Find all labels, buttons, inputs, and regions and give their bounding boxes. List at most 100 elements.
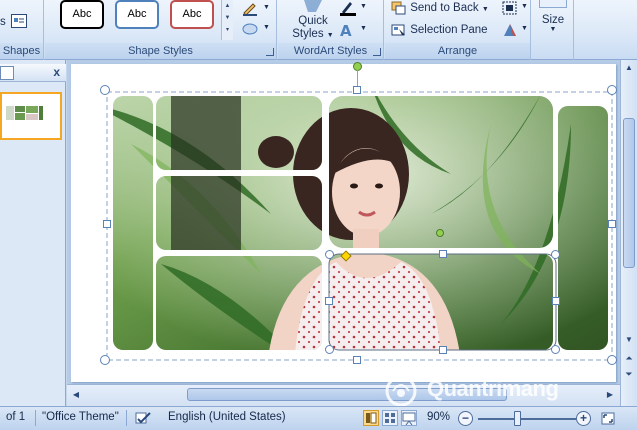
text-effects-button[interactable]: A ▼ [338, 22, 367, 41]
gallery-more-icon[interactable]: ▾ [222, 24, 233, 36]
theme-name: "Office Theme" [42, 411, 119, 423]
text-fill-button[interactable]: ▼ [338, 0, 367, 19]
group-label-wordart-styles: WordArt Styles [278, 43, 383, 59]
inner-handle-top-left[interactable] [325, 250, 334, 259]
spell-check-icon[interactable] [134, 411, 152, 427]
ribbon: s Shapes Abc Abc Abc ▲ ▼ ▾ ▼ ▼ Shape Sty… [0, 0, 637, 60]
group-shapes: s Shapes [0, 0, 44, 60]
normal-view-button[interactable] [363, 410, 379, 426]
shape-icon[interactable] [11, 14, 27, 28]
scroll-down-icon[interactable]: ▼ [621, 332, 637, 348]
vertical-scrollbar[interactable]: ▲ ▼ ⏶ ⏷ [620, 60, 637, 406]
group-label-shapes: Shapes [0, 43, 43, 59]
close-pane-button[interactable]: x [53, 65, 60, 79]
shape-style-swatch[interactable]: Abc [170, 0, 214, 29]
gallery-up-icon[interactable]: ▲ [222, 0, 233, 12]
slideshow-button[interactable] [401, 410, 417, 426]
inner-handle-top[interactable] [439, 250, 447, 258]
previous-slide-icon[interactable]: ⏶ [621, 350, 637, 366]
swatch-label: Abc [72, 8, 92, 20]
inner-rotate-handle[interactable] [436, 229, 444, 237]
svg-text:A: A [340, 22, 352, 38]
slide-indicator: of 1 [6, 411, 26, 423]
size-button[interactable]: Size ▼ [538, 0, 568, 40]
thumbnail-pane-header: x [0, 64, 66, 82]
quick-styles-label-1: Quick [298, 15, 328, 27]
quick-styles-icon [304, 0, 322, 12]
selection-pane-button[interactable]: Selection Pane [391, 23, 488, 37]
inner-handle-bottom-right[interactable] [551, 345, 560, 354]
inner-handle-top-right[interactable] [551, 250, 560, 259]
zoom-slider-track[interactable] [478, 418, 576, 420]
scroll-right-icon[interactable]: ▶ [603, 387, 617, 402]
shape-fill-button[interactable]: ▼ [241, 2, 270, 19]
chevron-down-icon: ▼ [263, 4, 270, 11]
slideshow-icon [402, 412, 416, 426]
gallery-scroll[interactable]: ▲ ▼ ▾ [221, 0, 233, 40]
fit-slide-icon[interactable] [600, 411, 618, 427]
resize-handle-top-right[interactable] [607, 85, 617, 95]
pencil-icon [243, 3, 257, 16]
align-icon [502, 1, 517, 15]
shape-style-swatch[interactable]: Abc [60, 0, 104, 29]
group-label-shape-styles: Shape Styles [45, 43, 276, 59]
resize-handle-left[interactable] [103, 220, 111, 228]
inner-handle-right[interactable] [552, 297, 560, 305]
shapes-edge-text: s [0, 16, 6, 28]
send-to-back-label: Send to Back [410, 2, 479, 15]
dialog-launcher-icon[interactable] [373, 48, 381, 56]
group-size: Size ▼ [532, 0, 574, 60]
slide-sorter-button[interactable] [382, 410, 398, 426]
rotate-icon [504, 24, 516, 36]
resize-handle-right[interactable] [608, 220, 616, 228]
slides-tab[interactable] [0, 66, 14, 80]
shape-effects-icon [242, 23, 258, 35]
resize-handle-bottom-right[interactable] [607, 355, 617, 365]
dialog-launcher-icon[interactable] [266, 48, 274, 56]
resize-handle-top-left[interactable] [100, 85, 110, 95]
quick-styles-label-2: Styles [292, 28, 324, 40]
chevron-down-icon: ▼ [360, 3, 367, 10]
scroll-up-icon[interactable]: ▲ [621, 60, 637, 76]
selection-pane-icon [391, 24, 405, 36]
shape-style-swatch[interactable]: Abc [115, 0, 159, 29]
group-label-arrange: Arrange [385, 43, 530, 59]
gallery-down-icon[interactable]: ▼ [222, 12, 233, 24]
normal-view-icon [366, 412, 377, 424]
align-button[interactable]: ▼ [501, 0, 528, 19]
slide-canvas[interactable] [71, 62, 617, 382]
inner-handle-bottom[interactable] [439, 346, 447, 354]
zoom-slider-thumb[interactable] [514, 411, 521, 426]
watermark-icon [385, 375, 417, 407]
zoom-level[interactable]: 90% [427, 411, 450, 423]
next-slide-icon[interactable]: ⏷ [621, 366, 637, 382]
zoom-out-button[interactable]: − [458, 411, 473, 426]
inner-handle-bottom-left[interactable] [325, 345, 334, 354]
inner-handle-left[interactable] [325, 297, 333, 305]
text-fill-icon [340, 2, 356, 16]
resize-handle-top[interactable] [353, 86, 361, 94]
status-bar: of 1 "Office Theme" English (United Stat… [0, 406, 637, 430]
language-indicator[interactable]: English (United States) [168, 411, 286, 423]
shape-effects-button[interactable]: ▼ [241, 22, 270, 39]
chevron-down-icon: ▼ [263, 24, 270, 31]
quick-styles-button[interactable]: Quick Styles ▼ [284, 0, 342, 42]
resize-handle-bottom[interactable] [353, 356, 361, 364]
watermark-logo: Quantrimang [383, 373, 603, 407]
chevron-down-icon: ▼ [481, 6, 489, 14]
vertical-scroll-thumb[interactable] [623, 118, 635, 268]
swatch-label: Abc [127, 8, 147, 20]
slide-thumbnail[interactable] [0, 92, 62, 140]
send-to-back-button[interactable]: Send to Back ▼ [391, 1, 489, 15]
photo-collage[interactable] [71, 64, 616, 382]
group-wordart-styles: Quick Styles ▼ ▼ A ▼ WordArt Styles [278, 0, 384, 60]
chevron-down-icon: ▼ [360, 25, 367, 32]
zoom-in-button[interactable]: + [576, 411, 591, 426]
watermark-text: Quantrimang [427, 376, 559, 401]
scroll-left-icon[interactable]: ◀ [69, 387, 83, 402]
rotate-button[interactable]: ▼ [501, 22, 528, 41]
chevron-down-icon: ▼ [549, 26, 557, 33]
resize-handle-bottom-left[interactable] [100, 355, 110, 365]
size-label: Size [541, 14, 565, 26]
slide-thumbnail-pane: x [0, 60, 66, 406]
